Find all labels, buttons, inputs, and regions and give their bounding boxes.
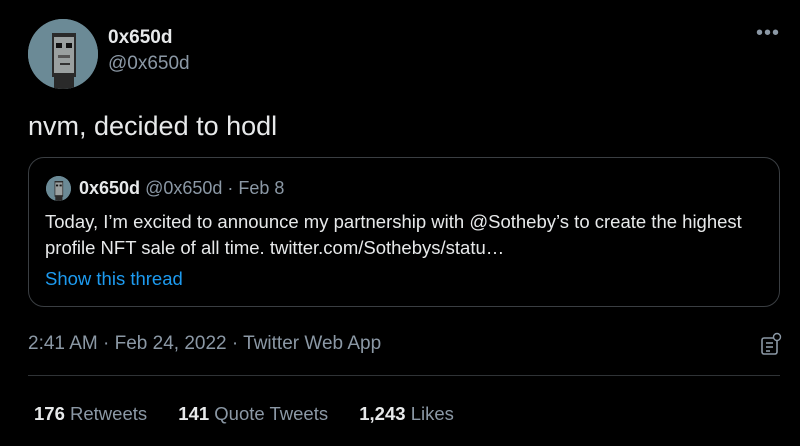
quote-tweets-label: Quote Tweets <box>214 403 329 424</box>
pixel-punk-avatar-icon <box>28 19 98 89</box>
quoted-tweet-meta: @0x650d · Feb 8 <box>145 178 285 198</box>
likes-count: 1,243 <box>359 403 406 424</box>
more-options-icon[interactable]: ••• <box>756 22 780 45</box>
quoted-tweet-card[interactable]: 0x650d @0x650d · Feb 8 Today, I’m excite… <box>28 157 780 307</box>
author-handle[interactable]: @0x650d <box>108 53 190 75</box>
retweets-count: 176 <box>34 403 65 424</box>
quoted-author-avatar <box>46 176 71 201</box>
tweet-metadata: 2:41 AM · Feb 24, 2022 · Twitter Web App <box>28 333 381 355</box>
quoted-tweet-text: Today, I’m excited to announce my partne… <box>45 211 742 258</box>
author-avatar[interactable] <box>28 19 98 89</box>
author-display-name[interactable]: 0x650d <box>108 27 172 49</box>
tweet-stats: 176 Retweets 141 Quote Tweets 1,243 Like… <box>34 403 480 425</box>
retweets-label: Retweets <box>70 403 148 424</box>
separator: · <box>226 333 244 354</box>
quoted-tweet-header: 0x650d @0x650d · Feb 8 <box>79 178 284 199</box>
analytics-icon[interactable] <box>760 332 782 356</box>
tweet-source[interactable]: Twitter Web App <box>243 333 381 354</box>
show-thread-link[interactable]: Show this thread <box>45 268 183 290</box>
tweet-text: nvm, decided to hodl <box>28 111 278 141</box>
quote-tweets-stat[interactable]: 141 Quote Tweets <box>178 403 333 424</box>
quoted-author-name: 0x650d <box>79 178 141 198</box>
retweets-stat[interactable]: 176 Retweets <box>34 403 152 424</box>
likes-label: Likes <box>410 403 454 424</box>
quote-tweets-count: 141 <box>178 403 210 424</box>
tweet-time[interactable]: 2:41 AM <box>28 333 98 354</box>
pixel-punk-avatar-icon <box>46 176 71 201</box>
divider <box>28 375 780 376</box>
tweet-date[interactable]: Feb 24, 2022 <box>115 333 227 354</box>
likes-stat[interactable]: 1,243 Likes <box>359 403 454 424</box>
separator: · <box>97 333 115 354</box>
